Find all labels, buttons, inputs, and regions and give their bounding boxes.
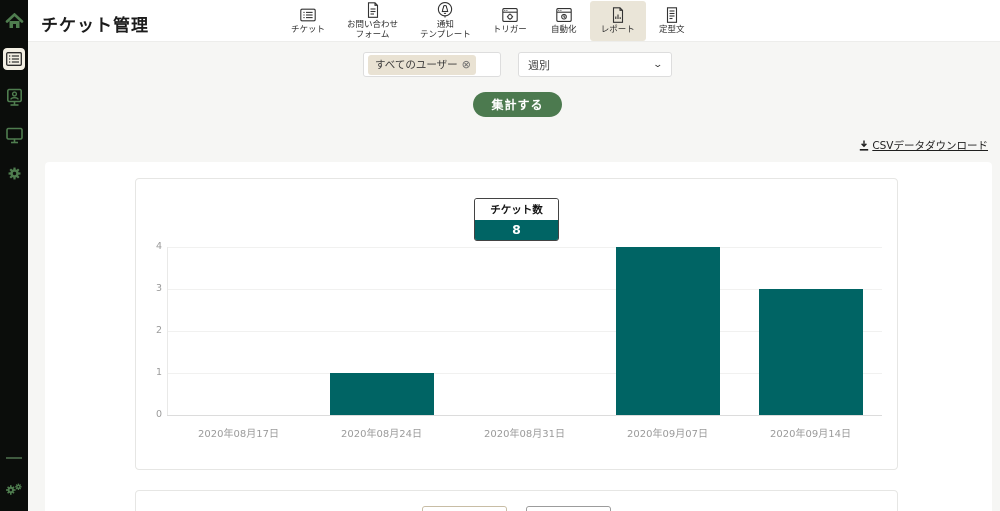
sidebar-item-kiosk[interactable] [3, 86, 25, 108]
ticket-list-icon [299, 6, 317, 24]
notification-template-icon [436, 1, 454, 19]
user-filter-input[interactable]: すべてのユーザー ⊗ [363, 52, 501, 77]
nav-tab-label: レポート [601, 26, 635, 36]
next-chart-legend-box-1 [422, 506, 507, 511]
x-axis-tick-label: 2020年09月14日 [739, 425, 882, 440]
csv-download-link[interactable]: CSVデータダウンロード [859, 138, 988, 153]
y-axis-tick-label: 1 [136, 367, 162, 378]
bar-2020年09月14日[interactable] [759, 289, 863, 415]
gridline-y4 [167, 247, 882, 248]
report-icon [609, 6, 627, 24]
nav-tab-label: 通知テンプレート [420, 21, 471, 41]
y-axis-line [167, 247, 168, 415]
nav-tab-4[interactable]: 自動化 [538, 1, 590, 41]
nav-tab-label: 定型文 [659, 26, 685, 36]
nav-tab-1[interactable]: お問い合わせフォーム [336, 1, 409, 41]
bar-2020年08月24日[interactable] [330, 373, 434, 415]
y-axis-tick-label: 0 [136, 409, 162, 420]
sidebar-item-home[interactable] [3, 10, 25, 32]
chart-legend: チケット数 8 [474, 198, 559, 241]
y-axis-tick-label: 3 [136, 283, 162, 294]
chart-card: チケット数 8 012342020年08月17日2020年08月24日2020年… [135, 178, 898, 470]
monitor-icon [5, 127, 24, 144]
x-axis-tick-label: 2020年08月24日 [310, 425, 453, 440]
admin-gears-icon [5, 482, 23, 498]
nav-tab-label: 自動化 [551, 26, 577, 36]
settings-gear-icon [6, 165, 23, 182]
x-axis-tick-label: 2020年08月31日 [453, 425, 596, 440]
tag-remove-icon[interactable]: ⊗ [462, 59, 471, 70]
top-nav: チケット お問い合わせフォーム 通知テンプレート トリガー 自動化 レポート 定型文 [280, 0, 698, 42]
nav-tab-label: お問い合わせフォーム [347, 21, 398, 41]
fixed-phrase-icon [663, 6, 681, 24]
sidebar-divider [6, 457, 22, 459]
nav-tab-label: チケット [291, 26, 325, 36]
sidebar-item-settings[interactable] [3, 162, 25, 184]
csv-download-label: CSVデータダウンロード [872, 138, 988, 153]
chart-legend-value: 8 [475, 220, 558, 240]
x-axis-tick-label: 2020年08月17日 [167, 425, 310, 440]
sidebar-item-monitor[interactable] [3, 124, 25, 146]
chart-legend-title: チケット数 [475, 199, 558, 220]
home-icon [5, 13, 24, 30]
nav-tab-2[interactable]: 通知テンプレート [409, 1, 482, 41]
y-axis-tick-label: 4 [136, 241, 162, 252]
nav-tab-3[interactable]: トリガー [482, 1, 538, 41]
nav-tab-label: トリガー [493, 26, 527, 36]
tickets-list-icon [6, 52, 22, 66]
nav-tab-5[interactable]: レポート [590, 1, 646, 41]
x-axis-tick-label: 2020年09月07日 [596, 425, 739, 440]
bar-chart: 012342020年08月17日2020年08月24日2020年08月31日20… [136, 247, 897, 471]
chevron-down-icon: ⌄ [653, 60, 664, 70]
next-chart-card [135, 490, 898, 511]
next-chart-legend-box-2 [526, 506, 611, 511]
page-title: チケット管理 [41, 11, 149, 36]
inquiry-form-icon [364, 1, 382, 19]
sidebar [0, 0, 28, 511]
user-filter-tag-label: すべてのユーザー [375, 57, 458, 72]
sidebar-item-admin[interactable] [3, 479, 25, 501]
trigger-icon [501, 6, 519, 24]
y-axis-tick-label: 2 [136, 325, 162, 336]
automation-icon [555, 6, 573, 24]
period-select[interactable]: 週別 ⌄ [518, 52, 672, 77]
download-icon [859, 140, 869, 151]
kiosk-icon [5, 88, 24, 107]
gridline-y0 [167, 415, 882, 416]
period-select-value: 週別 [528, 57, 550, 73]
nav-tab-6[interactable]: 定型文 [646, 1, 698, 41]
bar-2020年09月07日[interactable] [616, 247, 720, 415]
header: チケット管理 チケット お問い合わせフォーム 通知テンプレート トリガー 自動化 レポート… [28, 0, 1000, 42]
aggregate-button[interactable]: 集計する [473, 92, 562, 117]
user-filter-tag[interactable]: すべてのユーザー ⊗ [368, 55, 476, 75]
sidebar-item-tickets[interactable] [3, 48, 25, 70]
nav-tab-0[interactable]: チケット [280, 1, 336, 41]
